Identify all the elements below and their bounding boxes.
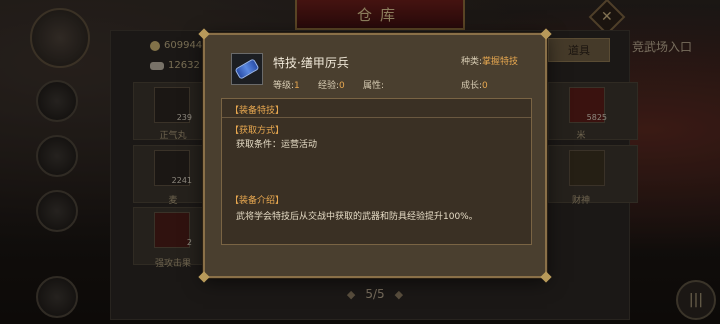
intro-text: 武将学会特技后从交战中获取的武器和防具经验提升100%。 <box>236 212 478 222</box>
kind-stat: 种类:掌握特技 <box>461 57 519 67</box>
level-stat: 等级:1 <box>273 81 300 91</box>
obtain-heading: 【获取方式】 <box>230 126 285 136</box>
equip-skill-heading: 【装备特技】 <box>230 106 285 116</box>
item-description-panel: 【装备特技】 【获取方式】 获取条件：运营活动 【装备介绍】 武将学会特技后从交… <box>221 98 532 245</box>
intro-heading: 【装备介绍】 <box>230 196 285 206</box>
item-header: 特技·缮甲厉兵 等级:1 经验:0 属性: 种类:掌握特技 成长:0 <box>205 35 545 95</box>
exp-stat: 经验:0 <box>318 81 345 91</box>
obtain-text: 获取条件：运营活动 <box>236 140 318 150</box>
item-detail-modal: 特技·缮甲厉兵 等级:1 经验:0 属性: 种类:掌握特技 成长:0 【装备特技… <box>198 28 552 283</box>
blue-scroll-icon <box>234 58 260 80</box>
divider <box>222 117 531 118</box>
item-icon-frame <box>231 53 263 85</box>
attr-stat: 属性: <box>363 81 385 91</box>
growth-stat: 成长:0 <box>461 81 488 91</box>
item-name: 特技·缮甲厉兵 <box>273 56 349 70</box>
